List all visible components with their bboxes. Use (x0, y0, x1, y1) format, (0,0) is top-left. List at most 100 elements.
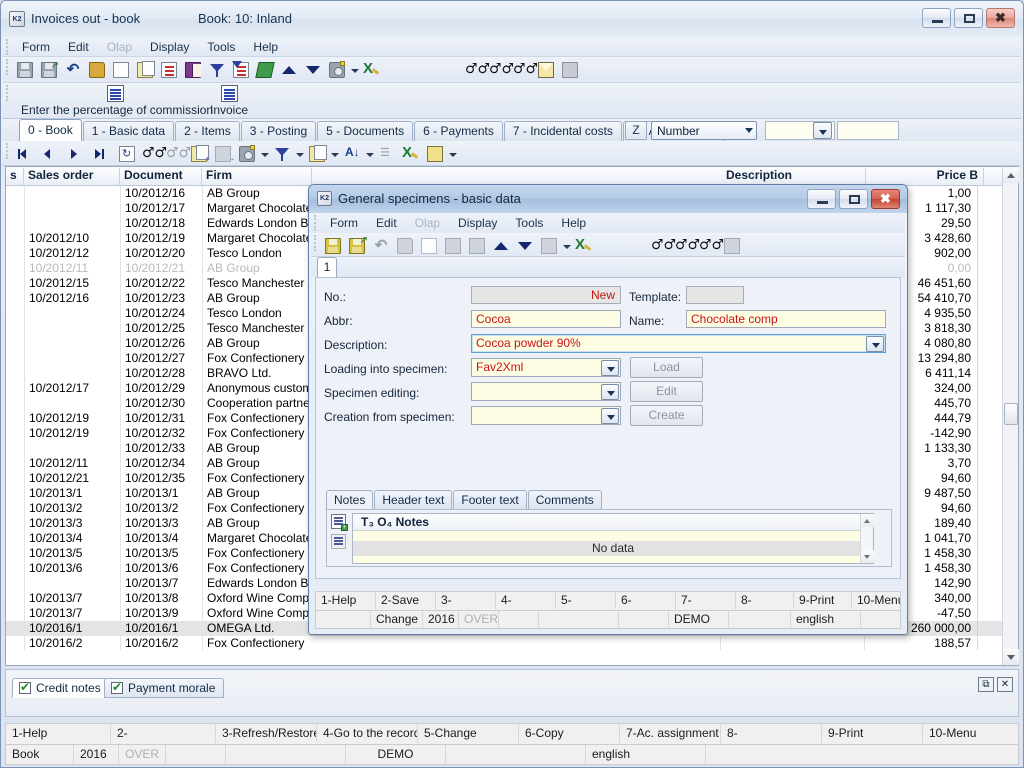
invoice-button[interactable]: Invoice (206, 85, 252, 117)
toolbar-grip[interactable] (6, 143, 9, 159)
toolbar-grip[interactable] (6, 85, 9, 101)
tab-documents[interactable]: 5 - Documents (317, 121, 414, 141)
notes-scrollbar[interactable] (860, 514, 874, 563)
bottom-tab-payment-morale[interactable]: Payment morale (104, 678, 225, 698)
filter-input-2[interactable] (837, 121, 899, 140)
create-button[interactable]: Create (630, 405, 703, 426)
book-icon[interactable] (182, 59, 204, 81)
description-dropdown-button[interactable] (866, 336, 884, 352)
dialog-menu-edit[interactable]: Edit (367, 213, 406, 232)
checkbox-icon[interactable] (111, 680, 123, 694)
save-icon[interactable] (14, 59, 36, 81)
dlg-fkey-8[interactable]: 8- (736, 592, 794, 609)
undo-icon[interactable]: ↶ (62, 59, 84, 81)
toolbar-grip[interactable] (6, 39, 9, 55)
fkey-5-change[interactable]: 5-Change (418, 724, 519, 743)
chevron-down-icon[interactable] (349, 59, 360, 81)
chevron-down-icon[interactable] (259, 143, 270, 165)
filter-icon[interactable] (206, 59, 228, 81)
dialog-close-button[interactable]: ✖ (871, 189, 900, 209)
dialog-menu-tools[interactable]: Tools (506, 213, 552, 232)
notes-tab-footer-text[interactable]: Footer text (453, 490, 527, 509)
binoculars-next-icon[interactable]: ♂♂ (487, 59, 514, 81)
export-excel-icon[interactable]: X (573, 235, 595, 257)
creation-dropdown-button[interactable] (601, 408, 619, 424)
loading-field[interactable]: Fav2Xml (471, 358, 621, 377)
refresh-icon[interactable]: ↻ (116, 143, 138, 165)
column-header-s[interactable]: s (6, 168, 24, 185)
close-panel-button[interactable]: ✕ (997, 677, 1013, 692)
editing-dropdown-button[interactable] (601, 384, 619, 400)
first-record-icon[interactable] (14, 143, 36, 165)
filter-icon[interactable] (271, 143, 293, 165)
dlg-fkey-5[interactable]: 5- (556, 592, 616, 609)
template-field[interactable] (686, 286, 744, 304)
binoculars-prev-icon[interactable]: ♂♂ (511, 59, 538, 81)
column-header-firm[interactable]: Firm (202, 168, 312, 185)
scroll-down-icon[interactable] (861, 550, 874, 563)
fkey-10-menu[interactable]: 10-Menu (923, 724, 1018, 743)
fkey-8[interactable]: 8- (721, 724, 822, 743)
add-note-icon[interactable]: + (331, 514, 348, 531)
find-icon[interactable]: ♂♂ (140, 143, 167, 165)
z-button[interactable]: Z (625, 121, 647, 140)
dialog-menu-display[interactable]: Display (449, 213, 506, 232)
column-header-sales-order[interactable]: Sales order (24, 168, 120, 185)
save-as-icon[interactable]: ↗ (38, 59, 60, 81)
filter-document-icon[interactable] (230, 59, 252, 81)
dialog-minimize-button[interactable] (807, 189, 836, 209)
close-button[interactable]: ✖ (986, 8, 1015, 28)
menu-tools[interactable]: Tools (198, 37, 244, 56)
chevron-down-icon[interactable] (329, 143, 340, 165)
table-row[interactable]: 10/2016/2 10/2016/2 Fox Confectionery 188,5… (6, 636, 1002, 650)
dlg-fkey-3[interactable]: 3- (436, 592, 496, 609)
dlg-fkey-4[interactable]: 4- (496, 592, 556, 609)
grid-view-icon[interactable] (424, 143, 446, 165)
fkey-9-print[interactable]: 9-Print (822, 724, 923, 743)
description-field[interactable]: Cocoa powder 90% (471, 334, 886, 353)
bottom-tab-credit-notes[interactable]: Credit notes (12, 678, 110, 698)
notes-tab-comments[interactable]: Comments (527, 490, 602, 509)
dlg-fkey-1-help[interactable]: 1-Help (316, 592, 376, 609)
dlg-fkey-2-save[interactable]: 2-Save (376, 592, 436, 609)
chevron-down-icon[interactable] (561, 235, 572, 257)
edit-button[interactable]: Edit (630, 381, 703, 402)
export-excel-icon[interactable]: X (361, 59, 383, 81)
notes-grid[interactable]: T₃ O₄ Notes No data (352, 513, 874, 564)
copy-documents-icon[interactable] (134, 59, 156, 81)
dialog-tab-1[interactable]: 1 (317, 257, 337, 277)
chevron-down-icon[interactable] (364, 143, 375, 165)
tab-basic-data[interactable]: 1 - Basic data (82, 121, 175, 141)
binoculars-next-icon[interactable]: ♂♂ (673, 235, 700, 257)
notes-tab-notes[interactable]: Notes (326, 490, 374, 509)
sort-field-select[interactable]: Number (651, 121, 757, 140)
grid-vertical-scrollbar[interactable] (1002, 167, 1019, 665)
abbr-field[interactable]: Cocoa (471, 310, 621, 328)
load-button[interactable]: Load (630, 357, 703, 378)
column-header-price-b[interactable]: Price B (866, 168, 984, 185)
tab-posting[interactable]: 3 - Posting (240, 121, 317, 141)
camera-icon[interactable] (326, 59, 348, 81)
chevron-down-icon[interactable] (447, 143, 458, 165)
mail-icon[interactable] (535, 59, 557, 81)
dlg-fkey-10-menu[interactable]: 10-Menu (852, 592, 900, 609)
fkey-3-refresh-restore[interactable]: 3-Refresh/Restore (216, 724, 317, 743)
minimize-button[interactable] (922, 8, 951, 28)
menu-form[interactable]: Form (13, 37, 59, 56)
next-record-icon[interactable] (62, 143, 84, 165)
binoculars-icon[interactable]: ♂♂ (649, 235, 676, 257)
toolbar-grip[interactable] (6, 59, 9, 75)
fkey-2[interactable]: 2- (111, 724, 216, 743)
maximize-button[interactable] (954, 8, 983, 28)
tab-incidental-costs[interactable]: 7 - Incidental costs (503, 121, 622, 141)
chevron-down-icon[interactable] (294, 143, 305, 165)
add-record-icon[interactable]: + (188, 143, 210, 165)
scroll-up-icon[interactable] (1003, 167, 1019, 183)
export-excel-icon[interactable]: X (400, 143, 422, 165)
column-header-document[interactable]: Document (120, 168, 202, 185)
toolbar-grip[interactable] (314, 215, 317, 231)
tab-book[interactable]: 0 - Book (19, 119, 82, 141)
dialog-menu-help[interactable]: Help (552, 213, 595, 232)
dialog-menu-form[interactable]: Form (321, 213, 367, 232)
scroll-down-icon[interactable] (1003, 649, 1019, 665)
